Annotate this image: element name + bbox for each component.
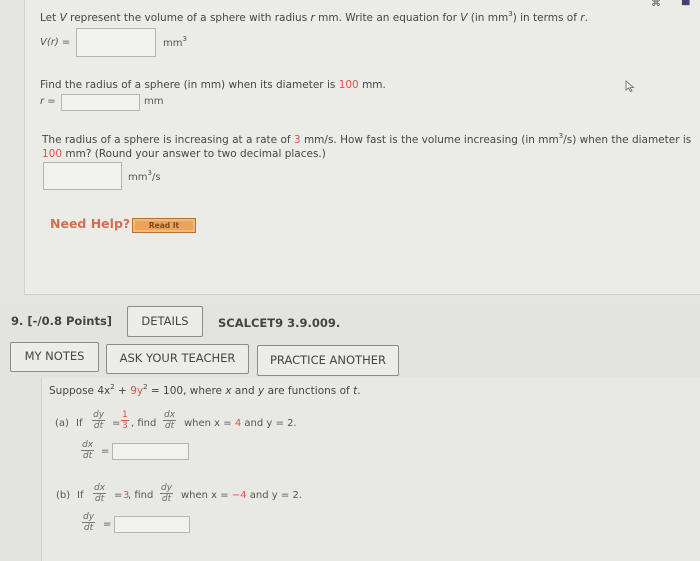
part-b-label: (b) [56, 490, 71, 501]
question-number: 9. [-/0.8 Points] [11, 314, 113, 328]
part-a-answer-derivative: dx dt [81, 440, 95, 461]
question-9-body [41, 378, 700, 561]
part-a-if: If [76, 418, 83, 429]
part-b-answer-equals: = [103, 519, 112, 530]
ask-your-teacher-button[interactable]: ASK YOUR TEACHER [106, 344, 249, 374]
radius-prompt: Find the radius of a sphere (in mm) when… [40, 79, 386, 91]
part-a-answer-input[interactable] [112, 443, 189, 460]
details-button[interactable]: DETAILS [127, 306, 203, 337]
part-a-answer-equals: = [101, 446, 110, 457]
part-b-if: If [77, 490, 84, 501]
rate-answer-input[interactable] [43, 162, 122, 190]
volume-unit: mm3 [163, 35, 187, 50]
mouse-cursor-icon [625, 80, 635, 92]
rate-prompt-line1: The radius of a sphere is increasing at … [42, 132, 692, 147]
window-icon[interactable]: ⌘ [651, 0, 661, 9]
rate-unit: mm3/s [128, 169, 161, 184]
practice-another-button[interactable]: PRACTICE ANOTHER [257, 345, 399, 376]
rate-prompt-line2: 100 mm? (Round your answer to two decima… [42, 148, 326, 160]
part-b-answer-input[interactable] [114, 516, 190, 533]
volume-label: V(r) = [40, 37, 71, 48]
radius-label: r = [40, 96, 56, 107]
volume-prompt: Let V represent the volume of a sphere w… [40, 10, 588, 25]
part-a-find: , find [131, 418, 157, 429]
part-a-label: (a) [55, 418, 69, 429]
part-a-given-value: 13 [121, 410, 129, 431]
my-notes-button[interactable]: MY NOTES [10, 342, 99, 372]
part-b-condition: when x = −4 and y = 2. [181, 490, 302, 501]
need-help-label: Need Help? [50, 216, 131, 231]
extension-icon[interactable]: ■ [681, 0, 690, 7]
part-a-given-derivative: dy dt [92, 410, 106, 431]
part-a-equals: = [112, 418, 121, 429]
radius-answer-input[interactable] [61, 94, 140, 111]
part-b-find-derivative: dy dt [160, 483, 174, 504]
part-b-equals: = [114, 490, 123, 501]
part-a-condition: when x = 4 and y = 2. [184, 418, 297, 429]
question-9-statement: Suppose 4x2 + 9y2 = 100, where x and y a… [49, 383, 361, 398]
radius-unit: mm [144, 96, 164, 107]
volume-answer-input[interactable] [76, 28, 156, 57]
question-code: SCALCET9 3.9.009. [218, 316, 341, 330]
part-b-find: , find [128, 490, 154, 501]
read-it-button[interactable]: Read It [132, 218, 196, 233]
part-a-find-derivative: dx dt [163, 410, 177, 431]
part-b-answer-derivative: dy dt [82, 512, 96, 533]
part-b-given-derivative: dx dt [93, 483, 107, 504]
